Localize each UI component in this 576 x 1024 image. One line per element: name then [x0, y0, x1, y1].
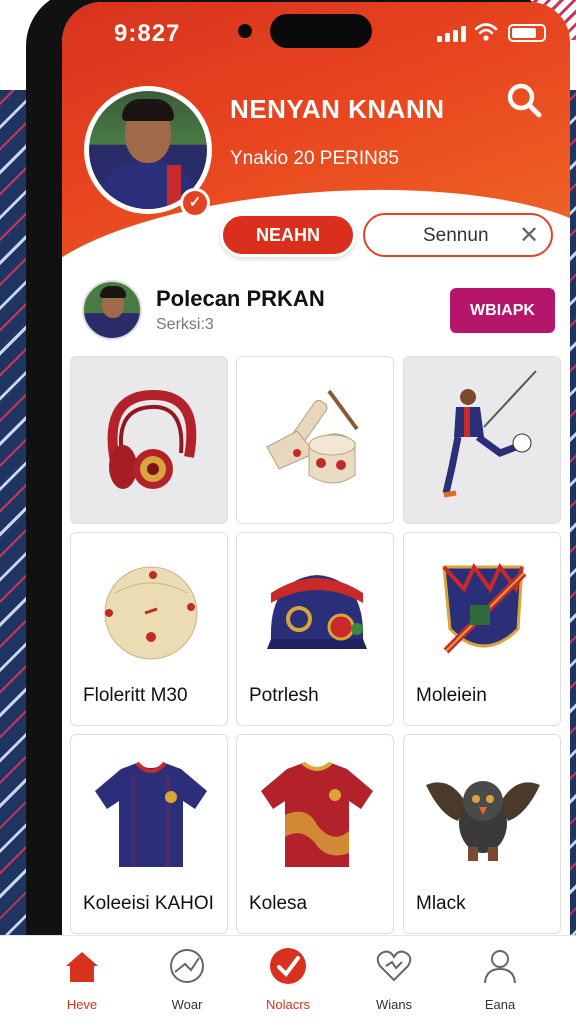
- nav-label-home: Heve: [66, 997, 98, 1012]
- item-label: Moleiein: [416, 685, 487, 706]
- front-camera: [238, 24, 252, 38]
- item-card[interactable]: [236, 356, 394, 524]
- item-card[interactable]: Moleiein: [403, 532, 561, 726]
- filter-input[interactable]: Sennun ✕: [363, 213, 553, 257]
- battery-icon: [508, 24, 546, 42]
- player-kick-icon: [442, 370, 537, 498]
- person-icon: [484, 950, 516, 984]
- item-label: Floleritt M30: [83, 685, 188, 706]
- item-card[interactable]: Potrlesh: [236, 532, 394, 726]
- signal-icon: [437, 26, 467, 42]
- headphones-icon: [107, 389, 197, 489]
- item-label: Kolesa: [249, 893, 308, 914]
- item-label: Mlack: [416, 893, 466, 914]
- nav-item-wear[interactable]: Woar: [137, 946, 237, 1012]
- mascot-icon: [426, 781, 540, 861]
- status-time: 9:827: [114, 20, 181, 47]
- nav-label-wians: Wians: [375, 997, 413, 1012]
- item-card[interactable]: Koleeisi KAHOI: [70, 734, 228, 934]
- nav-item-wians[interactable]: Wians: [344, 946, 444, 1012]
- ball-icon: [104, 566, 198, 660]
- item-label: Koleeisi KAHOI: [83, 893, 214, 914]
- item-label: Potrlesh: [249, 685, 319, 706]
- nav-item-eana[interactable]: Eana: [450, 946, 550, 1012]
- home-icon: [66, 952, 98, 982]
- crest-icon: [442, 563, 527, 654]
- cap-icon: [267, 575, 367, 649]
- heart-icon: [376, 950, 412, 982]
- item-card[interactable]: Floleritt M30: [70, 532, 228, 726]
- ball-outline-icon: [170, 949, 204, 983]
- item-card[interactable]: [70, 356, 228, 524]
- search-icon[interactable]: [504, 80, 544, 120]
- profile-row-avatar[interactable]: [82, 280, 142, 340]
- item-card[interactable]: Mlack: [403, 734, 561, 934]
- jersey-red-icon: [261, 761, 373, 867]
- profile-name: NENYAN KNANN: [230, 94, 445, 124]
- item-card[interactable]: Kolesa: [236, 734, 394, 934]
- nav-item-home[interactable]: Heve: [32, 946, 132, 1012]
- status-bar: 9:827: [62, 10, 570, 54]
- verified-badge-icon: ✓: [180, 188, 210, 218]
- tab-active-button[interactable]: NEAHN: [220, 213, 356, 257]
- nav-label-eana: Eana: [484, 997, 516, 1012]
- profile-subtitle: Ynakio 20 PERIN85: [230, 148, 399, 169]
- nav-label-wear: Woar: [171, 997, 203, 1012]
- profile-row-name: Polecan PRKAN: [156, 286, 325, 311]
- clear-icon[interactable]: ✕: [519, 221, 539, 250]
- wifi-icon: [474, 23, 498, 41]
- profile-row-subtitle: Serksi:3: [156, 316, 214, 333]
- bottom-nav: Heve Woar Nolacrs Wians Eana: [0, 935, 576, 1024]
- nav-label-nolacrs: Nolacrs: [265, 997, 311, 1012]
- drum-icon: [266, 389, 359, 484]
- check-circle-icon: [270, 948, 306, 984]
- item-card[interactable]: [403, 356, 561, 524]
- jersey-blue-icon: [95, 761, 207, 867]
- phone-frame: 9:827 ✓ NENYAN KNANN Ynakio 20 PERIN85 N…: [26, 0, 570, 990]
- profile-row: Polecan PRKAN Serksi:3 WBIAPK: [62, 272, 570, 352]
- dynamic-island: [270, 14, 372, 48]
- profile-row-button[interactable]: WBIAPK: [450, 288, 555, 333]
- filter-input-text: Sennun: [423, 225, 489, 246]
- phone-screen: 9:827 ✓ NENYAN KNANN Ynakio 20 PERIN85 N…: [62, 2, 570, 942]
- nav-item-nolacrs[interactable]: Nolacrs: [238, 946, 338, 1012]
